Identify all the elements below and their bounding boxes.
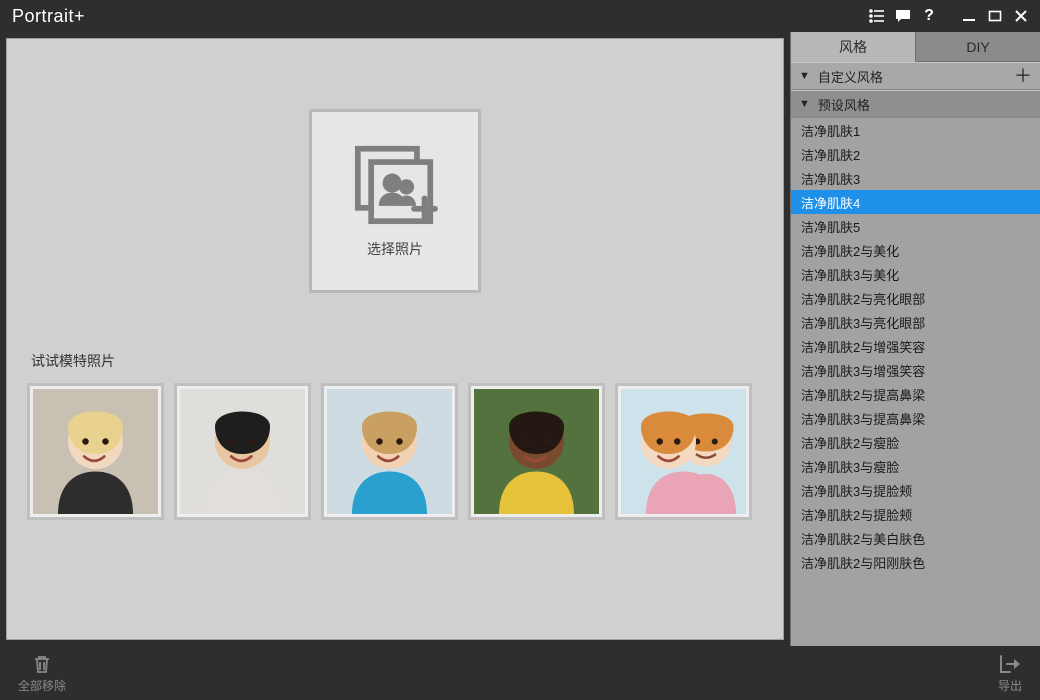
preset-item[interactable]: 洁净肌肤3与增强笑容 [791, 358, 1040, 382]
preset-item[interactable]: 洁净肌肤2与阳刚肤色 [791, 550, 1040, 574]
sample-thumb[interactable] [27, 383, 164, 520]
custom-style-header[interactable]: ▼ 自定义风格 ＋ [791, 62, 1040, 90]
minimize-icon[interactable] [956, 3, 982, 29]
preset-item[interactable]: 洁净肌肤3与提脸颊 [791, 478, 1040, 502]
app-title: Portrait+ [12, 6, 85, 27]
canvas-area: 选择照片 试试模特照片 [0, 32, 790, 646]
preset-item[interactable]: 洁净肌肤4 [791, 190, 1040, 214]
help-icon[interactable]: ? [916, 3, 942, 29]
preset-item[interactable]: 洁净肌肤5 [791, 214, 1040, 238]
preset-item[interactable]: 洁净肌肤2与美化 [791, 238, 1040, 262]
sample-thumb[interactable] [468, 383, 605, 520]
chat-icon[interactable] [890, 3, 916, 29]
preset-item[interactable]: 洁净肌肤3 [791, 166, 1040, 190]
preset-item[interactable]: 洁净肌肤2与提高鼻梁 [791, 382, 1040, 406]
custom-style-label: 自定义风格 [818, 67, 883, 86]
sample-thumb[interactable] [615, 383, 752, 520]
preset-list[interactable]: 洁净肌肤1洁净肌肤2洁净肌肤3洁净肌肤4洁净肌肤5洁净肌肤2与美化洁净肌肤3与美… [791, 118, 1040, 646]
preset-item[interactable]: 洁净肌肤1 [791, 118, 1040, 142]
export-button[interactable]: 导出 [998, 653, 1022, 694]
footer: 全部移除 导出 [0, 646, 1040, 700]
preset-item[interactable]: 洁净肌肤2与亮化眼部 [791, 286, 1040, 310]
preset-item[interactable]: 洁净肌肤3与美化 [791, 262, 1040, 286]
side-tabs: 风格DIY [791, 32, 1040, 62]
add-photo-icon [352, 143, 438, 225]
maximize-icon[interactable] [982, 3, 1008, 29]
side-panel: 风格DIY ▼ 自定义风格 ＋ ▼ 预设风格 洁净肌肤1洁净肌肤2洁净肌肤3洁净… [790, 32, 1040, 646]
preset-item[interactable]: 洁净肌肤2与增强笑容 [791, 334, 1040, 358]
preset-item[interactable]: 洁净肌肤3与提高鼻梁 [791, 406, 1040, 430]
chevron-down-icon: ▼ [799, 70, 810, 82]
preset-item[interactable]: 洁净肌肤2 [791, 142, 1040, 166]
add-custom-style-icon[interactable]: ＋ [1014, 67, 1032, 85]
close-icon[interactable] [1008, 3, 1034, 29]
remove-all-label: 全部移除 [18, 677, 66, 694]
tab-diy[interactable]: DIY [916, 32, 1040, 62]
tab-style[interactable]: 风格 [791, 32, 916, 62]
preset-item[interactable]: 洁净肌肤2与提脸颊 [791, 502, 1040, 526]
dropzone-label: 选择照片 [367, 239, 423, 259]
samples-heading: 试试模特照片 [31, 351, 763, 371]
sample-thumb[interactable] [174, 383, 311, 520]
remove-all-button[interactable]: 全部移除 [18, 653, 66, 694]
titlebar: Portrait+ ? [0, 0, 1040, 32]
select-photo-dropzone[interactable]: 选择照片 [309, 109, 481, 293]
list-icon[interactable] [864, 3, 890, 29]
chevron-down-icon: ▼ [799, 98, 810, 110]
sample-thumb[interactable] [321, 383, 458, 520]
sample-thumb-row [27, 383, 763, 520]
preset-style-label: 预设风格 [818, 95, 870, 114]
preset-item[interactable]: 洁净肌肤2与瘦脸 [791, 430, 1040, 454]
export-label: 导出 [998, 677, 1022, 694]
preset-item[interactable]: 洁净肌肤2与美白肤色 [791, 526, 1040, 550]
preset-style-header[interactable]: ▼ 预设风格 [791, 90, 1040, 118]
preset-item[interactable]: 洁净肌肤3与亮化眼部 [791, 310, 1040, 334]
preset-item[interactable]: 洁净肌肤3与瘦脸 [791, 454, 1040, 478]
